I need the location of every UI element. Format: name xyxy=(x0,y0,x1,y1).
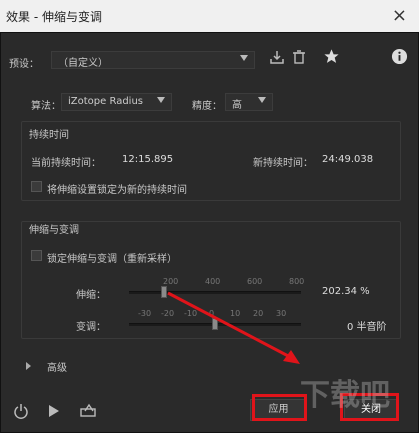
chevron-down-icon xyxy=(258,97,266,103)
stretch-slider[interactable] xyxy=(129,291,301,294)
lock-stretch-pitch-checkbox[interactable] xyxy=(31,250,42,261)
pitch-label: 变调： xyxy=(76,322,106,333)
stretch-pitch-title: 伸缩与变调 xyxy=(29,225,79,236)
stretch-scale-tick: 200 xyxy=(163,277,179,286)
stretch-scale-tick: 400 xyxy=(205,277,221,286)
pitch-scale-tick: 20 xyxy=(253,309,264,318)
pitch-value: 0 半音阶 xyxy=(347,322,387,333)
precision-dropdown[interactable]: 高 xyxy=(225,93,273,111)
preset-label: 预设： xyxy=(9,59,39,70)
preset-dropdown[interactable]: （自定义） xyxy=(51,51,255,69)
lock-duration-label: 将伸缩设置锁定为新的持续时间 xyxy=(47,185,187,196)
duration-title: 持续时间 xyxy=(29,130,69,141)
pitch-scale-tick: -20 xyxy=(161,309,175,318)
stretch-slider-handle[interactable] xyxy=(160,286,167,298)
favorite-star-icon[interactable] xyxy=(323,48,340,69)
current-duration-label: 当前持续时间： xyxy=(31,158,101,169)
new-duration-value: 24:49.038 xyxy=(322,154,374,165)
stretch-value: 202.34 % xyxy=(322,286,370,297)
expand-arrow-icon[interactable] xyxy=(26,362,31,370)
window-title: 效果 - 伸缩与变调 xyxy=(6,10,102,24)
algorithm-value: iZotope Radius xyxy=(68,96,143,107)
lock-duration-checkbox[interactable] xyxy=(31,181,42,192)
chevron-down-icon xyxy=(240,55,248,61)
info-icon[interactable] xyxy=(391,48,408,69)
apply-highlight-box xyxy=(252,394,307,421)
play-icon[interactable] xyxy=(47,403,61,423)
save-preset-icon[interactable] xyxy=(269,49,285,69)
pitch-scale-tick: 10 xyxy=(230,309,241,318)
pitch-scale-tick: 30 xyxy=(276,309,287,318)
current-duration-value: 12:15.895 xyxy=(122,154,174,165)
pitch-scale-tick: 0 xyxy=(209,309,215,318)
delete-preset-icon[interactable] xyxy=(292,49,306,69)
close-window-icon[interactable]: × xyxy=(392,5,407,26)
advanced-section-toggle[interactable]: 高级 xyxy=(47,359,67,374)
export-icon[interactable] xyxy=(79,402,97,422)
watermark-logo: 下载吧 xyxy=(300,378,390,413)
stretch-scale-tick: 800 xyxy=(289,277,305,286)
power-icon[interactable] xyxy=(13,403,29,423)
lock-stretch-pitch-label: 锁定伸缩与变调（重新采样） xyxy=(47,254,177,265)
window-titlebar: 效果 - 伸缩与变调 × xyxy=(0,0,419,32)
precision-label: 精度： xyxy=(192,101,222,112)
pitch-scale-tick: -30 xyxy=(138,309,152,318)
algorithm-label: 算法： xyxy=(31,101,61,112)
chevron-down-icon xyxy=(157,97,165,103)
stretch-label: 伸缩： xyxy=(76,290,106,301)
pitch-slider-handle[interactable] xyxy=(212,318,218,330)
preset-value: （自定义） xyxy=(58,58,108,69)
precision-value: 高 xyxy=(232,100,242,111)
stretch-scale-tick: 600 xyxy=(247,277,263,286)
algorithm-dropdown[interactable]: iZotope Radius xyxy=(61,93,172,111)
new-duration-label: 新持续时间： xyxy=(253,158,313,169)
pitch-scale-tick: -10 xyxy=(184,309,198,318)
